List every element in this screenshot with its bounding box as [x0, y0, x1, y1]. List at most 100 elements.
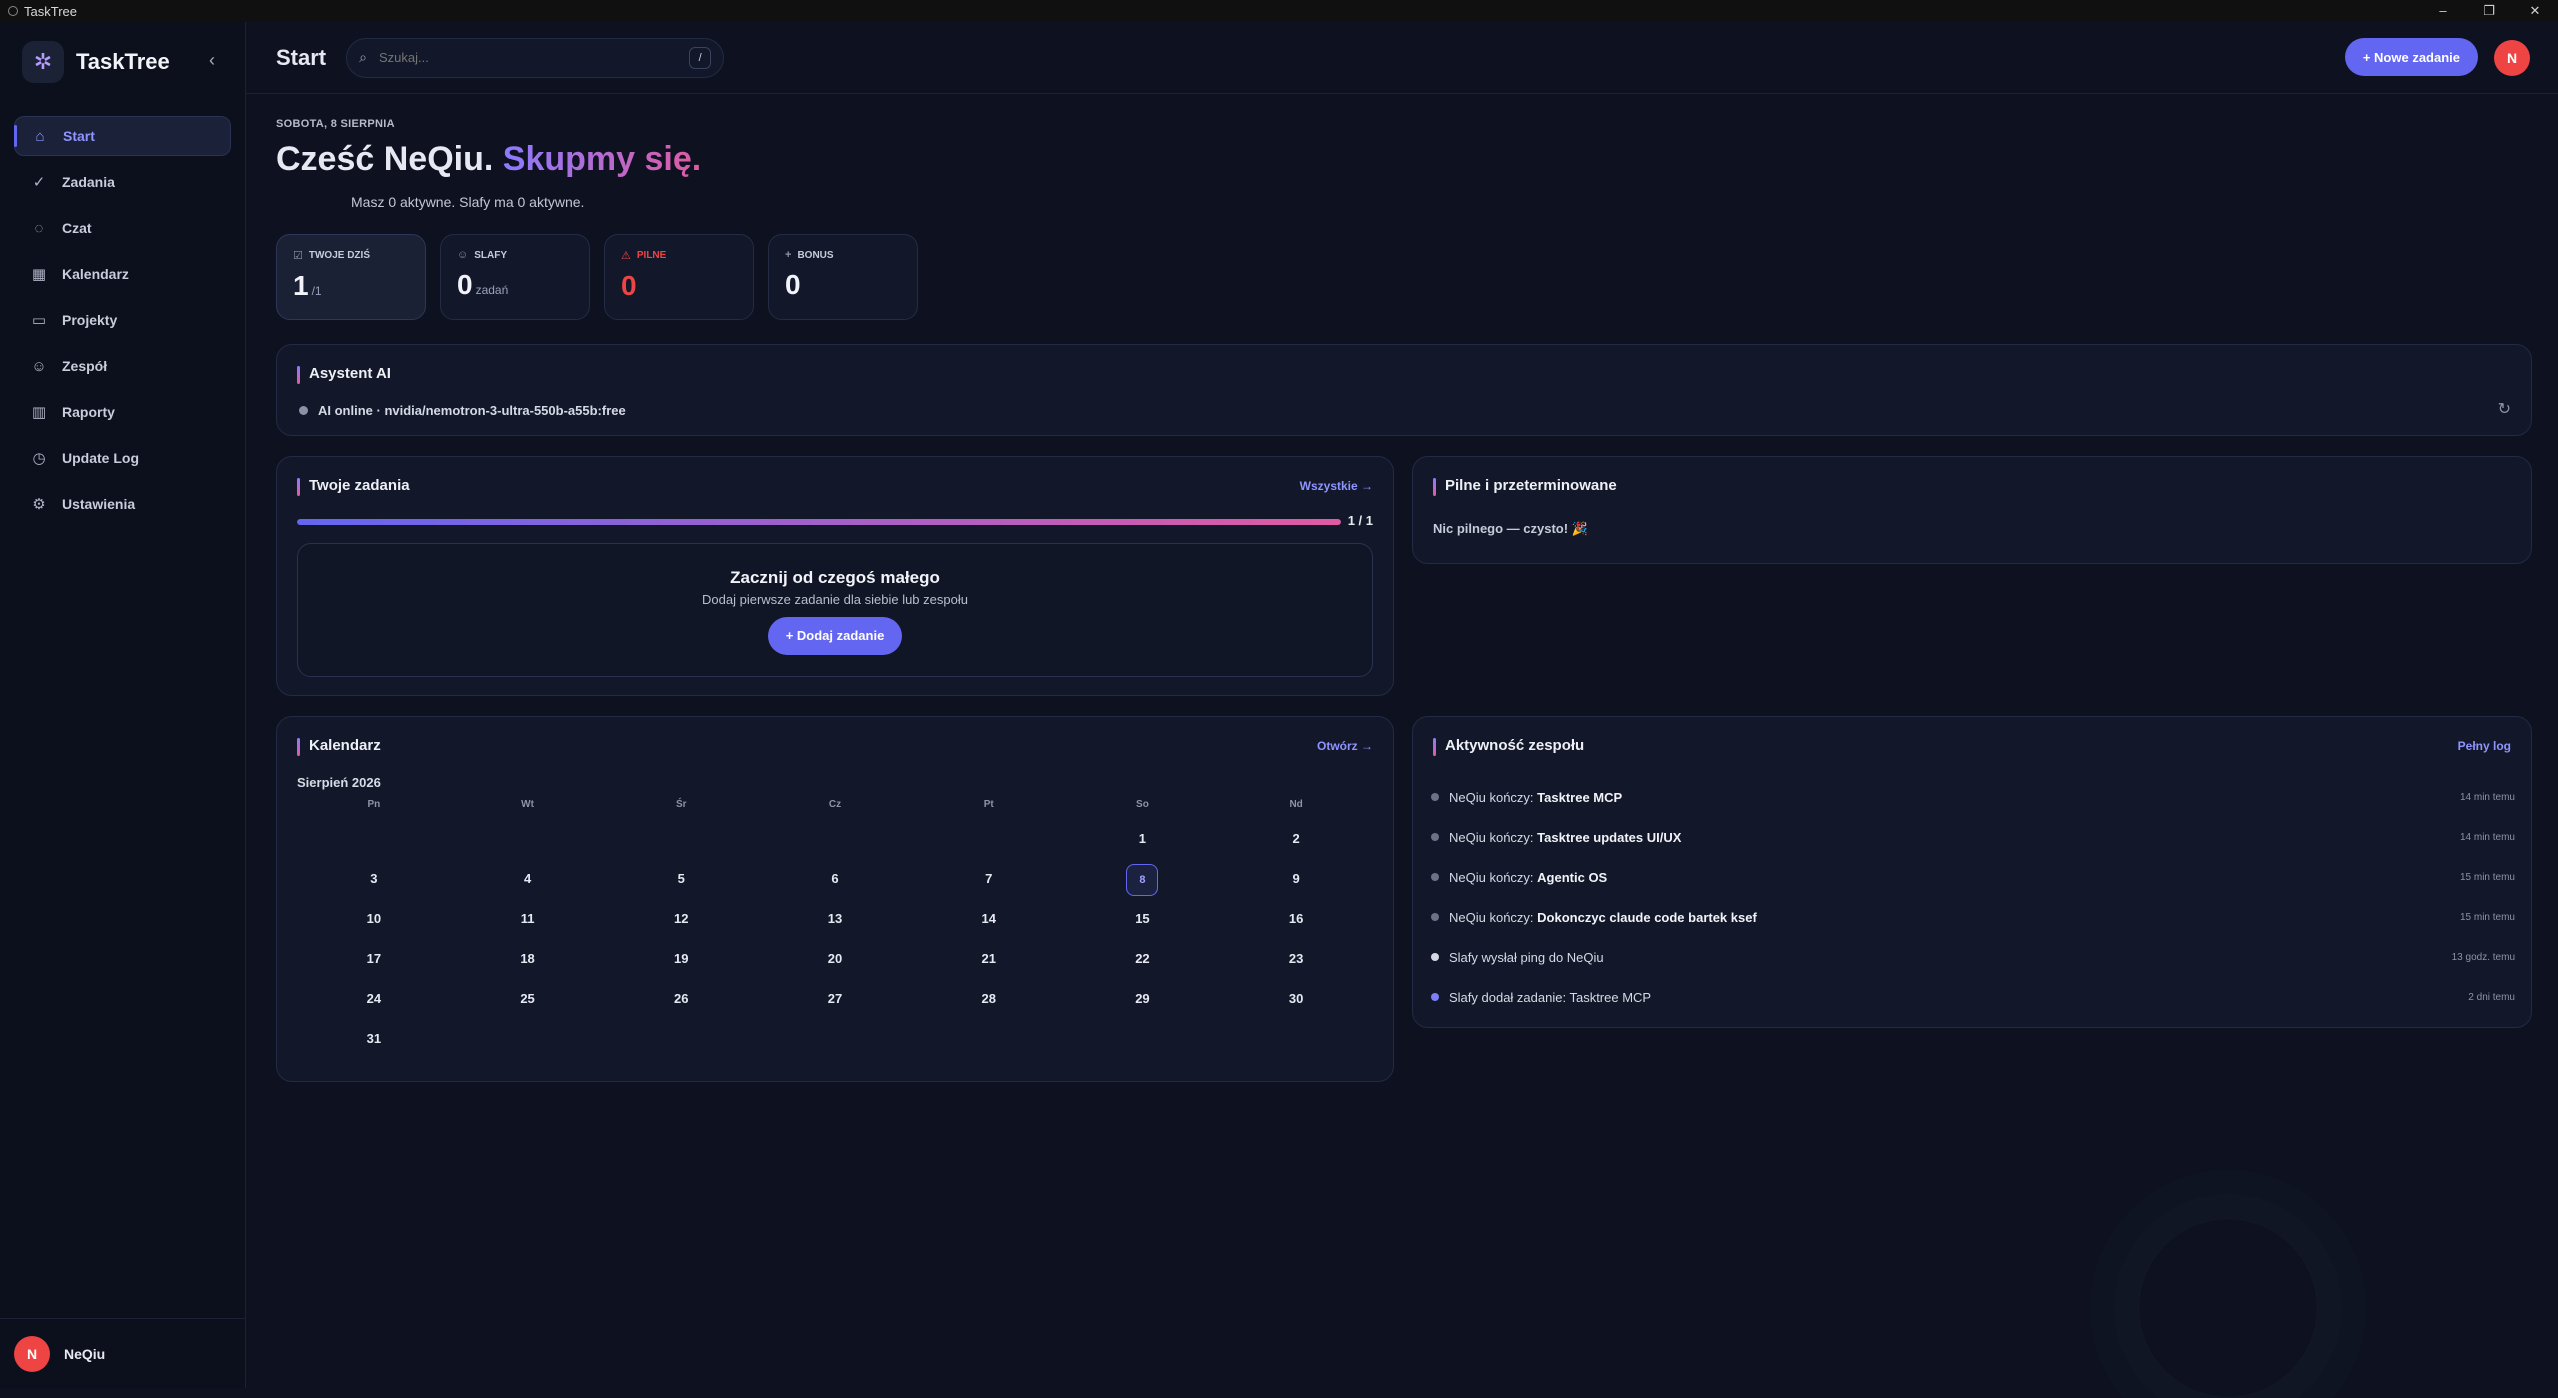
activity-item[interactable]: Slafy wysłał ping do NeQiu 13 godz. temu: [1431, 937, 2515, 977]
activity-prefix: NeQiu kończy:: [1449, 829, 1538, 845]
page-title: Start: [276, 44, 327, 70]
calendar-day[interactable]: 22: [1066, 939, 1220, 979]
all-tasks-link[interactable]: Wszystkie →: [1300, 479, 1373, 493]
calendar-day[interactable]: 12: [604, 899, 758, 939]
weekday-label: Pt: [983, 799, 994, 810]
sidebar-item-raporty[interactable]: ▥ Raporty: [14, 392, 231, 432]
date-label: SOBOTA, 8 SIERPNIA: [276, 118, 395, 130]
greeting-hello: Cześć NeQiu.: [276, 140, 494, 178]
sidebar-item-zespół[interactable]: ☺ Zespół: [14, 346, 231, 386]
calendar-day[interactable]: 21: [912, 939, 1066, 979]
activity-time: 14 min temu: [2459, 791, 2515, 803]
calendar-day[interactable]: 24: [297, 979, 451, 1019]
calendar-day[interactable]: 25: [451, 979, 605, 1019]
activity-item[interactable]: NeQiu kończy: Tasktree MCP 14 min temu: [1431, 777, 2515, 817]
calendar-day[interactable]: 16: [1219, 899, 1373, 939]
folder-icon: ▭: [31, 312, 47, 329]
card-title: Asystent AI: [297, 365, 391, 384]
sidebar-item-update-log[interactable]: ◷ Update Log: [14, 438, 231, 478]
calendar-day[interactable]: 27: [758, 979, 912, 1019]
avatar: N: [14, 1335, 50, 1372]
calendar-day[interactable]: 9: [1219, 859, 1373, 899]
calendar-empty-cell: [451, 819, 605, 859]
ai-assistant-card: Asystent AI AI online · nvidia/nemotron-…: [276, 344, 2532, 436]
main-content: SOBOTA, 8 SIERPNIA Cześć NeQiu. Skupmy s…: [246, 94, 2558, 1398]
calendar-day[interactable]: 26: [604, 979, 758, 1019]
calendar-day-today[interactable]: 8: [1066, 859, 1220, 899]
check-circle-icon: ✓: [32, 174, 46, 191]
activity-prefix: Slafy dodał zadanie: Tasktree MCP: [1449, 989, 1652, 1005]
calendar-day[interactable]: 19: [604, 939, 758, 979]
sidebar-item-ustawienia[interactable]: ⚙ Ustawienia: [14, 484, 231, 524]
sidebar-item-czat[interactable]: ◌ Czat: [14, 208, 231, 248]
calendar-day[interactable]: 10: [297, 899, 451, 939]
calendar-day[interactable]: 5: [604, 859, 758, 899]
stat-bonus[interactable]: + BONUS 0: [768, 234, 918, 320]
checkbox-icon: ☑: [293, 250, 303, 262]
stat-today[interactable]: ☑ TWOJE DZIŚ 1/1: [276, 234, 426, 320]
calendar-day[interactable]: 4: [451, 859, 605, 899]
calendar-day[interactable]: 17: [297, 939, 451, 979]
sidebar-item-label: Kalendarz: [62, 266, 129, 282]
search-shortcut: /: [689, 46, 712, 69]
search-icon: ⌕: [359, 49, 367, 65]
calendar-empty-cell: [1219, 1019, 1373, 1059]
calendar-day[interactable]: 7: [912, 859, 1066, 899]
calendar-day[interactable]: 28: [912, 979, 1066, 1019]
calendar-icon: ▦: [31, 266, 47, 283]
sidebar-item-label: Update Log: [62, 450, 139, 466]
stat-slafy[interactable]: ☺ SLAFY 0 zadań: [440, 234, 590, 320]
new-task-button[interactable]: + Nowe zadanie: [2344, 38, 2478, 76]
calendar-day[interactable]: 1: [1066, 819, 1220, 859]
sidebar-item-label: Raporty: [62, 404, 115, 420]
stat-urgent[interactable]: ⚠ PILNE 0: [604, 234, 754, 320]
calendar-day[interactable]: 2: [1219, 819, 1373, 859]
sidebar-item-start[interactable]: ⌂ Start: [14, 116, 231, 156]
calendar-day[interactable]: 29: [1066, 979, 1220, 1019]
minimize-button[interactable]: –: [2420, 0, 2466, 22]
calendar-day[interactable]: 18: [451, 939, 605, 979]
sidebar-user[interactable]: N NeQiu: [0, 1318, 245, 1388]
calendar-day[interactable]: 13: [758, 899, 912, 939]
sidebar-item-zadania[interactable]: ✓ Zadania: [14, 162, 231, 202]
sidebar-item-kalendarz[interactable]: ▦ Kalendarz: [14, 254, 231, 294]
maximize-button[interactable]: ❐: [2466, 0, 2512, 22]
add-task-button[interactable]: + Dodaj zadanie: [767, 617, 903, 655]
open-calendar-link[interactable]: Otwórz →: [1317, 739, 1373, 753]
collapse-sidebar-icon[interactable]: ‹: [200, 48, 224, 72]
stat-value: 0: [457, 269, 473, 300]
clock-icon: ◷: [32, 450, 46, 467]
sidebar-item-label: Zespół: [62, 358, 108, 374]
search-input[interactable]: [376, 49, 690, 66]
activity-time: 13 godz. temu: [2451, 951, 2515, 963]
calendar-day[interactable]: 31: [297, 1019, 451, 1059]
user-avatar-button[interactable]: N: [2494, 40, 2530, 76]
activity-list: NeQiu kończy: Tasktree MCP 14 min temu N…: [1431, 777, 2515, 1017]
calendar-day[interactable]: 30: [1219, 979, 1373, 1019]
user-icon: ☺: [457, 249, 469, 261]
calendar-day[interactable]: 11: [451, 899, 605, 939]
calendar-empty-cell: [758, 819, 912, 859]
sidebar-item-projekty[interactable]: ▭ Projekty: [14, 300, 231, 340]
calendar-day[interactable]: 23: [1219, 939, 1373, 979]
calendar-day[interactable]: 6: [758, 859, 912, 899]
weekday-label: So: [1136, 799, 1149, 810]
activity-item[interactable]: Slafy dodał zadanie: Tasktree MCP 2 dni …: [1431, 977, 2515, 1017]
refresh-icon[interactable]: ↻: [2498, 399, 2511, 419]
activity-prefix: NeQiu kończy:: [1449, 909, 1538, 925]
close-button[interactable]: ✕: [2512, 0, 2558, 22]
activity-item[interactable]: NeQiu kończy: Agentic OS 15 min temu: [1431, 857, 2515, 897]
activity-item[interactable]: NeQiu kończy: Tasktree updates UI/UX 14 …: [1431, 817, 2515, 857]
stat-label: PILNE: [636, 250, 667, 261]
activity-prefix: Slafy wysłał ping do NeQiu: [1449, 949, 1604, 965]
full-log-link[interactable]: Pełny log: [2458, 739, 2511, 753]
activity-prefix: NeQiu kończy:: [1449, 789, 1538, 805]
calendar-day[interactable]: 14: [912, 899, 1066, 939]
calendar-day[interactable]: 15: [1066, 899, 1220, 939]
activity-item[interactable]: NeQiu kończy: Dokonczyc claude code bart…: [1431, 897, 2515, 937]
empty-title: Zacznij od czegoś małego: [730, 568, 940, 587]
sidebar-item-label: Czat: [62, 220, 92, 236]
calendar-day[interactable]: 3: [297, 859, 451, 899]
calendar-day[interactable]: 20: [758, 939, 912, 979]
search-box[interactable]: ⌕ /: [346, 37, 725, 78]
